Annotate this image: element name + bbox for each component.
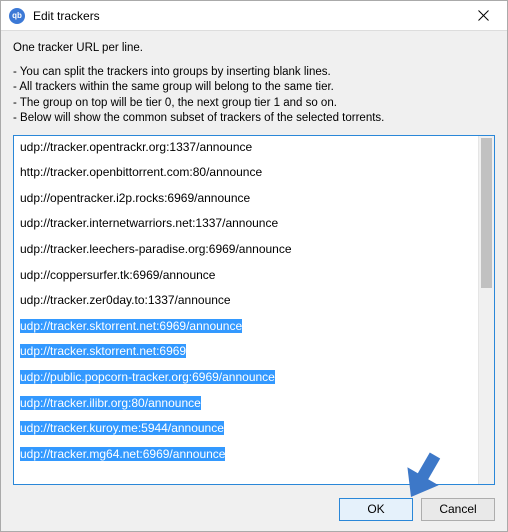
dialog-window: qb Edit trackers One tracker URL per lin…: [0, 0, 508, 532]
button-row: OK Cancel: [13, 485, 495, 523]
blank-line: [20, 155, 472, 165]
tracker-url[interactable]: udp://tracker.leechers-paradise.org:6969…: [20, 242, 472, 258]
blank-line: [20, 283, 472, 293]
tracker-url-selected[interactable]: udp://public.popcorn-tracker.org:6969/an…: [20, 370, 472, 386]
tracker-url[interactable]: udp://opentracker.i2p.rocks:6969/announc…: [20, 191, 472, 207]
blank-line: [20, 206, 472, 216]
tracker-url-selected[interactable]: udp://tracker.sktorrent.net:6969: [20, 344, 472, 360]
ok-button[interactable]: OK: [339, 498, 413, 521]
blank-line: [20, 334, 472, 344]
tracker-url-selected[interactable]: udp://tracker.kuroy.me:5944/announce: [20, 421, 472, 437]
instructions: One tracker URL per line. - You can spli…: [13, 41, 495, 127]
tracker-url-selected[interactable]: udp://tracker.ilibr.org:80/announce: [20, 396, 472, 412]
window-title: Edit trackers: [33, 9, 463, 23]
tracker-url[interactable]: udp://tracker.opentrackr.org:1337/announ…: [20, 140, 472, 156]
dialog-body: One tracker URL per line. - You can spli…: [1, 31, 507, 531]
tracker-url[interactable]: udp://tracker.internetwarriors.net:1337/…: [20, 216, 472, 232]
tracker-textarea[interactable]: udp://tracker.opentrackr.org:1337/announ…: [13, 135, 495, 485]
tracker-url[interactable]: udp://coppersurfer.tk:6969/announce: [20, 268, 472, 284]
blank-line: [20, 232, 472, 242]
tracker-url-selected[interactable]: udp://tracker.mg64.net:6969/announce: [20, 447, 472, 463]
instructions-line: - You can split the trackers into groups…: [13, 65, 495, 81]
scrollbar-thumb[interactable]: [481, 138, 492, 288]
blank-line: [20, 309, 472, 319]
instructions-lead: One tracker URL per line.: [13, 41, 495, 57]
instructions-line: - The group on top will be tier 0, the n…: [13, 96, 495, 112]
tracker-url[interactable]: http://tracker.openbittorrent.com:80/ann…: [20, 165, 472, 181]
blank-line: [20, 386, 472, 396]
instructions-line: - All trackers within the same group wil…: [13, 80, 495, 96]
blank-line: [20, 437, 472, 447]
tracker-url[interactable]: udp://tracker.zer0day.to:1337/announce: [20, 293, 472, 309]
titlebar: qb Edit trackers: [1, 1, 507, 31]
app-icon: qb: [9, 8, 25, 24]
blank-line: [20, 360, 472, 370]
tracker-list-content[interactable]: udp://tracker.opentrackr.org:1337/announ…: [14, 136, 478, 484]
blank-line: [20, 411, 472, 421]
close-icon: [478, 10, 489, 21]
scrollbar[interactable]: [478, 136, 494, 484]
tracker-url-selected[interactable]: udp://tracker.sktorrent.net:6969/announc…: [20, 319, 472, 335]
blank-line: [20, 181, 472, 191]
blank-line: [20, 258, 472, 268]
cancel-button[interactable]: Cancel: [421, 498, 495, 521]
close-button[interactable]: [463, 2, 503, 30]
instructions-line: - Below will show the common subset of t…: [13, 111, 495, 127]
